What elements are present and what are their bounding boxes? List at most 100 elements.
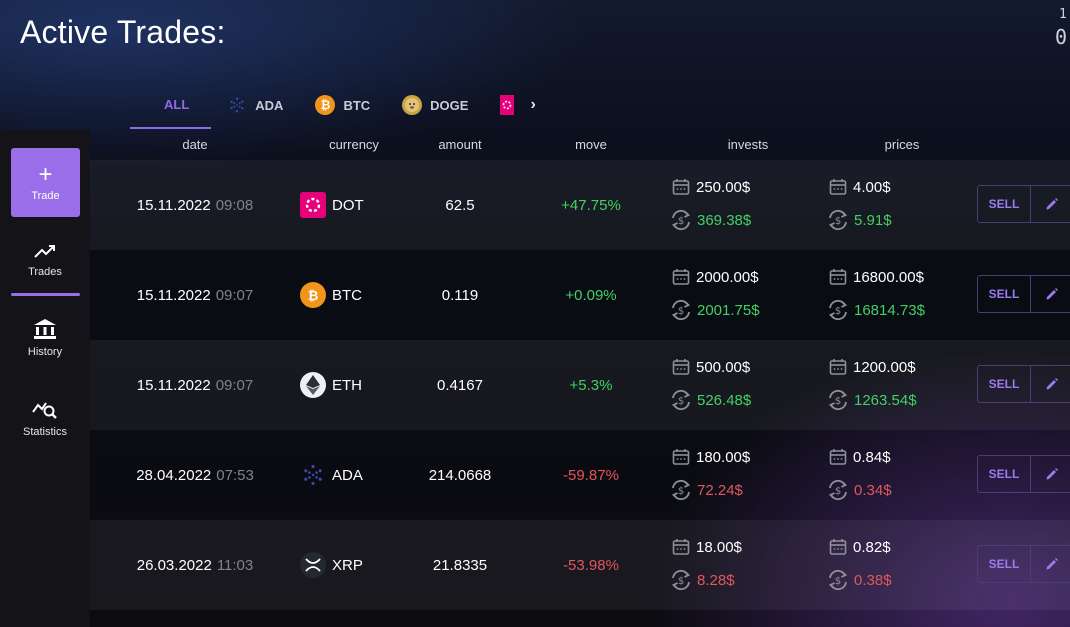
- price-current-value: 0.34$: [854, 481, 892, 499]
- price-initial: 4.00$: [829, 178, 891, 196]
- table-header: date currency amount move invests prices: [90, 130, 1070, 160]
- price-initial: 0.82$: [829, 538, 891, 556]
- ada-icon: [300, 462, 326, 488]
- currency-symbol: BTC: [332, 286, 362, 304]
- tab-ada[interactable]: ADA: [211, 81, 299, 129]
- trade-date-time: 11:03: [216, 556, 254, 574]
- trade-amount: 214.0668: [428, 466, 492, 484]
- sidebar-item-trades[interactable]: Trades: [0, 242, 90, 278]
- calendar-icon: [672, 269, 690, 285]
- calendar-icon: [829, 539, 847, 555]
- svg-text:$: $: [678, 396, 684, 407]
- trade-amount: 0.119: [441, 286, 479, 304]
- trade-date-time: 07:53: [216, 466, 254, 484]
- tab-all-label: ALL: [164, 96, 190, 112]
- price-current-value: 16814.73$: [854, 301, 925, 319]
- sell-button[interactable]: SELL: [977, 455, 1031, 493]
- price-current: $0.34$: [826, 479, 892, 501]
- ada-icon: [227, 95, 247, 115]
- column-header-amount: amount: [438, 137, 482, 152]
- trade-date-day: 26.03.2022: [136, 556, 212, 574]
- table-row[interactable]: 26.03.2022 11:03 XRP 21.8335 -53.98% 18.00$ $8…: [90, 520, 1070, 610]
- trade-amount: 21.8335: [432, 556, 488, 574]
- edit-button[interactable]: [1030, 275, 1070, 313]
- price-current: $0.38$: [826, 569, 892, 591]
- new-trade-label: Trade: [31, 189, 60, 202]
- table-row[interactable]: 28.04.2022 07:53 ADA 214.0668 -59.87% 180.00$…: [90, 430, 1070, 520]
- edit-button[interactable]: [1030, 545, 1070, 583]
- trade-date: 15.11.2022 09:07: [90, 250, 300, 340]
- price-initial-value: 4.00$: [853, 178, 891, 196]
- invest-current: $8.28$: [669, 569, 735, 591]
- sidebar-item-label: History: [27, 346, 63, 358]
- dot-icon: [500, 95, 515, 115]
- bank-icon: [34, 319, 56, 339]
- tab-btc[interactable]: ₿ BTC: [299, 81, 386, 129]
- tabs-next-arrow-icon[interactable]: ›: [522, 96, 535, 114]
- tab-ada-label: ADA: [255, 97, 284, 113]
- price-initial-value: 16800.00$: [853, 268, 924, 286]
- sell-button[interactable]: SELL: [977, 185, 1031, 223]
- edit-button[interactable]: [1030, 455, 1070, 493]
- price-current-value: 1263.54$: [854, 391, 917, 409]
- invest-initial-value: 18.00$: [696, 538, 742, 556]
- tab-all[interactable]: ALL: [130, 81, 212, 129]
- trade-date-time: 09:07: [215, 376, 254, 394]
- column-header-invests: invests: [727, 137, 769, 152]
- sell-button[interactable]: SELL: [977, 365, 1031, 403]
- invest-initial: 180.00$: [672, 448, 750, 466]
- invest-current-value: 369.38$: [697, 211, 752, 229]
- edit-button[interactable]: [1030, 365, 1070, 403]
- trade-date-day: 15.11.2022: [136, 196, 211, 214]
- calendar-icon: [672, 449, 690, 465]
- trades-table: date currency amount move invests prices…: [90, 130, 1070, 627]
- tab-doge[interactable]: DOGE: [386, 81, 484, 129]
- svg-text:$: $: [835, 216, 841, 227]
- sidebar-item-label: Trades: [28, 266, 62, 278]
- invest-current: $72.24$: [669, 479, 743, 501]
- sidebar-item-history[interactable]: History: [0, 318, 90, 358]
- calendar-icon: [829, 449, 847, 465]
- sidebar-item-statistics[interactable]: Statistics: [0, 398, 90, 438]
- currency-symbol: DOT: [332, 196, 364, 214]
- price-current-value: 5.91$: [854, 211, 892, 229]
- tab-dot-partial[interactable]: ›: [484, 81, 536, 129]
- svg-text:$: $: [835, 396, 841, 407]
- sell-button[interactable]: SELL: [977, 275, 1031, 313]
- edit-icon: [1046, 468, 1058, 480]
- currency-tabs: ALL ADA ₿ BTC DOGE ›: [130, 80, 536, 130]
- exchange-dollar-icon: $: [828, 299, 848, 321]
- table-row[interactable]: 15.11.2022 09:07 ₿ BTC 0.119 +0.09% 2000.00$ $2…: [90, 250, 1070, 340]
- sidebar-item-label: Statistics: [22, 426, 67, 438]
- calendar-icon: [829, 359, 847, 375]
- edit-button[interactable]: [1030, 185, 1070, 223]
- currency-symbol: ADA: [332, 466, 363, 484]
- btc-icon: ₿: [315, 95, 336, 115]
- edit-icon: [1046, 288, 1058, 300]
- doge-icon: [402, 95, 423, 115]
- exchange-dollar-icon: $: [671, 389, 691, 411]
- exchange-dollar-icon: $: [828, 389, 848, 411]
- price-initial-value: 0.82$: [853, 538, 891, 556]
- trending-up-icon: [34, 245, 55, 258]
- invest-current-value: 526.48$: [697, 391, 752, 409]
- edit-icon: [1046, 378, 1058, 390]
- calendar-icon: [829, 269, 847, 285]
- btc-icon: ₿: [300, 282, 326, 308]
- corner-clock: 1: 0:: [1055, 8, 1070, 47]
- price-current-value: 0.38$: [854, 571, 892, 589]
- column-header-move: move: [575, 137, 607, 152]
- table-row[interactable]: 15.11.2022 09:07 ETH 0.4167 +5.3% 500.00$ $526…: [90, 340, 1070, 430]
- new-trade-button[interactable]: + Trade: [11, 148, 80, 217]
- trade-move: -59.87%: [563, 466, 619, 484]
- sell-button[interactable]: SELL: [977, 545, 1031, 583]
- table-row[interactable]: 15.11.2022 09:08 DOT 62.5 +47.75% 250.00$ $369…: [90, 160, 1070, 250]
- svg-text:$: $: [678, 576, 684, 587]
- column-header-date: date: [182, 137, 208, 152]
- svg-text:$: $: [835, 486, 841, 497]
- exchange-dollar-icon: $: [828, 569, 848, 591]
- price-current: $5.91$: [826, 209, 892, 231]
- corner-clock-top: 1:: [1059, 7, 1070, 22]
- invest-initial-value: 180.00$: [696, 448, 751, 466]
- trade-move: +0.09%: [565, 286, 617, 304]
